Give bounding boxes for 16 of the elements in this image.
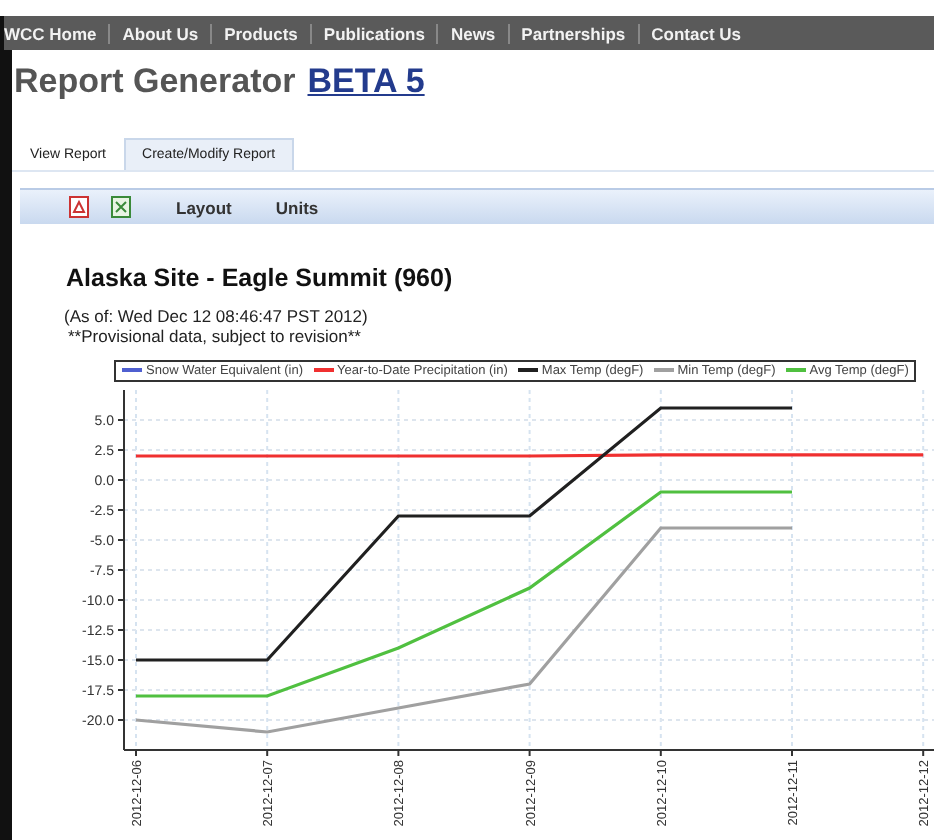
pdf-icon[interactable] bbox=[68, 196, 90, 218]
beta-link[interactable]: BETA 5 bbox=[307, 62, 425, 102]
page-title: Report Generator bbox=[14, 62, 296, 102]
provisional-note: **Provisional data, subject to revision** bbox=[68, 326, 363, 346]
nav-link[interactable]: Products bbox=[210, 23, 310, 43]
nav-link[interactable]: News bbox=[436, 23, 508, 43]
spreadsheet-icon[interactable] bbox=[110, 196, 132, 218]
nav-link[interactable]: Contact Us bbox=[637, 23, 754, 43]
toolbar-menu[interactable]: Units bbox=[275, 197, 319, 217]
toolbar-menu[interactable]: Layout bbox=[176, 197, 232, 217]
nav-link[interactable]: Partnerships bbox=[507, 23, 638, 43]
nav-link[interactable]: Publications bbox=[309, 23, 437, 43]
nav-link[interactable]: About Us bbox=[108, 23, 211, 43]
report-title: Alaska Site - Eagle Summit (960) bbox=[66, 264, 455, 292]
nav-link[interactable]: WCC Home bbox=[4, 23, 109, 43]
timestamp: (As of: Wed Dec 12 08:46:47 PST 2012) bbox=[64, 306, 370, 326]
